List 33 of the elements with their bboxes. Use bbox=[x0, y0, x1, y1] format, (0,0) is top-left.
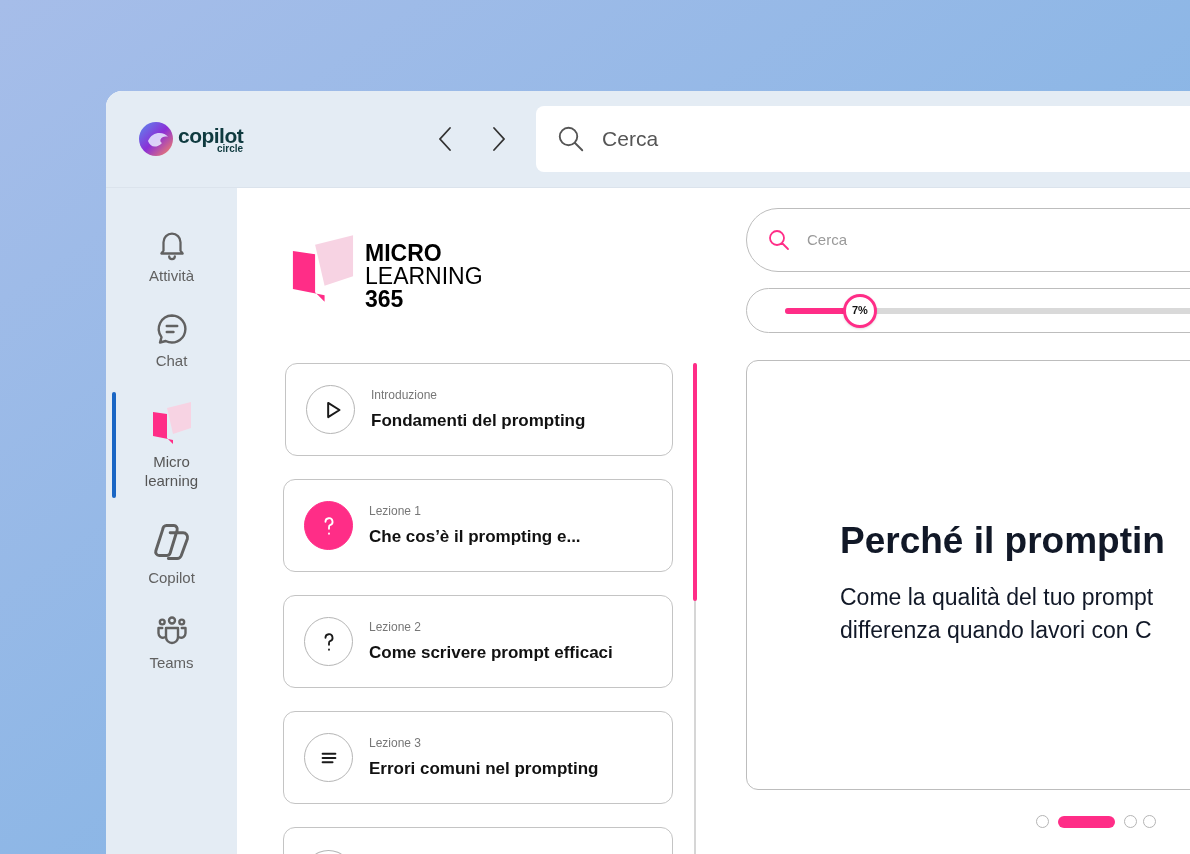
sidebar-item[interactable]: Chat bbox=[106, 311, 237, 370]
lesson-card[interactable]: Lezione 3 Errori comuni nel prompting bbox=[283, 711, 673, 804]
slide-title: Perché il promptin bbox=[840, 519, 1166, 564]
logo-icon bbox=[138, 121, 174, 157]
list-icon bbox=[304, 733, 353, 782]
brand-title: 365 bbox=[365, 288, 405, 311]
search-input[interactable]: Cerca bbox=[602, 123, 903, 155]
search-icon bbox=[767, 228, 791, 252]
lesson-title: Che cos’è il prompting e... bbox=[369, 525, 581, 548]
lesson-label: Lezione 1 bbox=[369, 502, 423, 520]
logo-name: copilot bbox=[178, 124, 244, 146]
brand-title: LEARNING bbox=[365, 265, 483, 288]
sidebar-item[interactable]: Attività bbox=[106, 228, 237, 285]
sidebar-item[interactable]: Copilot bbox=[106, 520, 237, 587]
sidebar-item[interactable]: Teams bbox=[106, 613, 237, 672]
scrollbar[interactable] bbox=[694, 363, 696, 854]
lesson-card[interactable]: Lezione 2 Come scrivere prompt efficaci bbox=[283, 595, 673, 688]
question-icon bbox=[304, 617, 353, 666]
play-icon bbox=[306, 385, 355, 434]
lesson-title: Come scrivere prompt efficaci bbox=[369, 641, 613, 664]
lesson-title: Errori comuni nel prompting bbox=[369, 757, 599, 780]
lesson-label: Introduzione bbox=[371, 386, 439, 404]
search-input[interactable]: Cerca bbox=[807, 228, 1007, 252]
question-icon bbox=[304, 501, 353, 550]
slide-text: differenza quando lavori con C bbox=[840, 615, 1153, 645]
lesson-card[interactable]: Introduzione Fondamenti del prompting bbox=[285, 363, 673, 456]
slide-text: Come la qualità del tuo prompt bbox=[840, 582, 1155, 612]
brand-title: MICRO bbox=[365, 242, 443, 265]
slider-thumb[interactable]: 7% bbox=[842, 293, 877, 328]
lesson-title: Fondamenti del prompting bbox=[371, 409, 586, 432]
lesson-label: Lezione 2 bbox=[369, 618, 423, 636]
lesson-card[interactable]: Lezione 1 Che cos’è il prompting e... bbox=[283, 479, 673, 572]
lesson-label: Lezione 3 bbox=[369, 734, 423, 752]
